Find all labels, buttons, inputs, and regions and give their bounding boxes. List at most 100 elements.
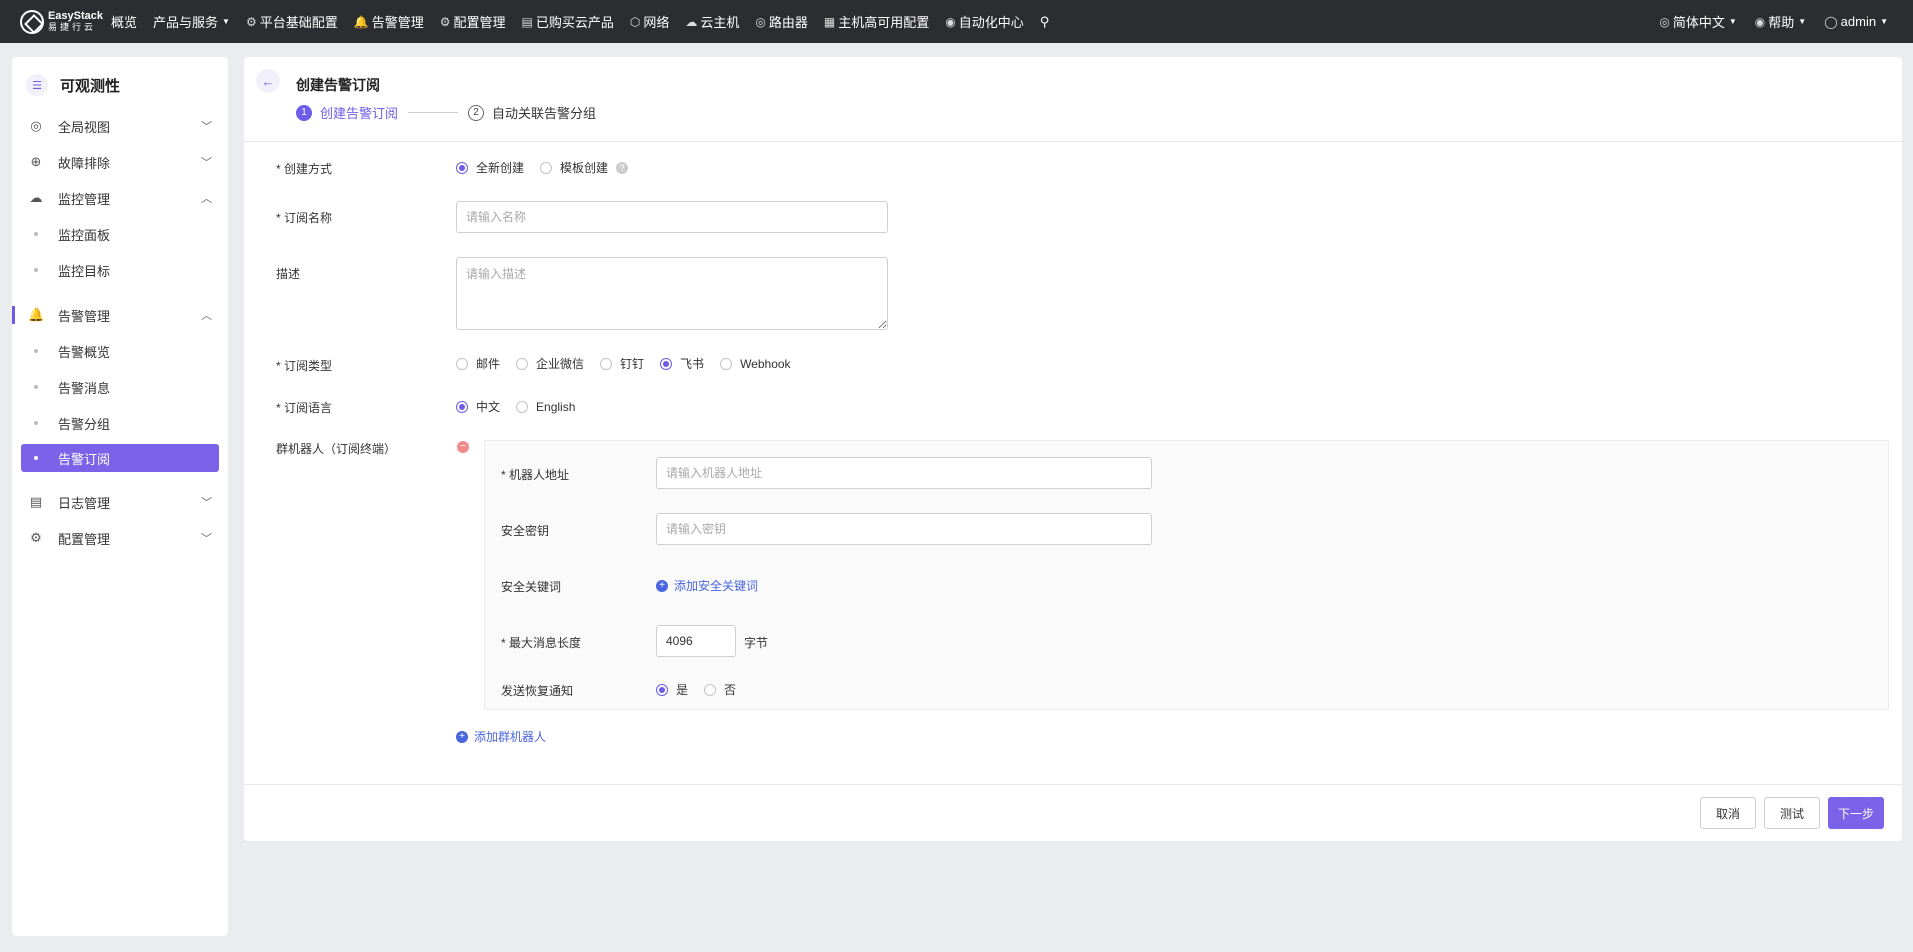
subscription-language-radio-group: 中文 English <box>456 398 591 415</box>
easystack-logo[interactable]: EasyStack 易捷行云 <box>0 0 103 43</box>
user-icon: ◯ <box>1824 14 1838 29</box>
send-recovery-label: 发送恢复通知 <box>501 684 574 698</box>
bullet-dot <box>34 385 38 389</box>
radio-recovery-yes[interactable]: 是 <box>656 681 688 698</box>
step-indicator: 1 创建告警订阅 2 自动关联告警分组 <box>296 103 596 122</box>
caret-down-icon: ▼ <box>222 17 230 26</box>
nav-automation-center[interactable]: ◉ 自动化中心 <box>937 0 1032 43</box>
sidebar-item-log-management[interactable]: ▤ 日志管理 ﹀ <box>12 487 228 517</box>
cloud-icon: ☁ <box>29 190 43 205</box>
router-icon: ◎ <box>755 14 766 29</box>
network-icon: ⬡ <box>629 14 641 29</box>
secret-key-input[interactable] <box>656 513 1152 545</box>
nav-platform-config[interactable]: ⚙ 平台基础配置 <box>238 0 346 43</box>
remove-robot-icon[interactable]: − <box>457 441 469 453</box>
subscription-name-label: * 订阅名称 <box>276 211 333 225</box>
sidebar-title: 可观测性 <box>60 77 121 95</box>
add-group-robot-link[interactable]: + 添加群机器人 <box>456 728 546 745</box>
chevron-up-icon: ︿ <box>201 193 212 205</box>
back-arrow-icon[interactable]: ← <box>256 69 280 93</box>
sidebar-sub-alert-overview[interactable]: 告警概览 <box>12 336 228 366</box>
nav-purchased-products[interactable]: ▤ 已购买云产品 <box>513 0 621 43</box>
robot-address-input[interactable] <box>656 457 1152 489</box>
max-message-length-label: * 最大消息长度 <box>501 636 582 650</box>
header-divider <box>244 141 1902 142</box>
sidebar-item-troubleshooting[interactable]: ⊕ 故障排除 ﹀ <box>12 147 228 177</box>
chevron-down-icon: ﹀ <box>201 533 212 545</box>
description-label: 描述 <box>276 267 301 281</box>
help-question-icon[interactable]: ? <box>616 161 629 174</box>
nav-router[interactable]: ◎ 路由器 <box>747 0 816 43</box>
sidebar-sub-monitor-targets[interactable]: 监控目标 <box>12 255 228 285</box>
page-title: 创建告警订阅 <box>296 77 380 93</box>
sidebar-item-config-management[interactable]: ⚙ 配置管理 ﹀ <box>12 523 228 553</box>
cloud-icon: ☁ <box>685 14 698 29</box>
bullet-dot <box>34 349 38 353</box>
max-message-length-unit: 字节 <box>744 636 769 650</box>
send-recovery-radio-group: 是 否 <box>656 681 752 698</box>
list-icon: ▤ <box>521 14 533 29</box>
logo-text-en: EasyStack <box>47 9 103 22</box>
step-connector <box>408 112 459 113</box>
help-icon: ◉ <box>1754 14 1766 29</box>
top-navigation-bar: EasyStack 易捷行云 概览 产品与服务 ▼ ⚙ 平台基础配置 🔔 告警管理 ⚙… <box>0 0 1913 43</box>
max-message-length-input[interactable] <box>656 625 736 657</box>
create-mode-radio-group: 全新创建 模板创建 ? <box>456 159 629 176</box>
sidebar-sub-alert-subscriptions[interactable]: 告警订阅 <box>21 444 219 472</box>
nav-overview[interactable]: 概览 <box>103 0 145 43</box>
nav-products-services[interactable]: 产品与服务 ▼ <box>145 0 238 43</box>
robot-config-panel: * 机器人地址 安全密钥 安全关键词 + 添加安全关键词 * 最大消息长度 字节… <box>484 440 1889 710</box>
next-step-button[interactable]: 下一步 <box>1828 797 1884 829</box>
automation-icon: ◉ <box>945 14 956 29</box>
sidebar-item-global-view[interactable]: ◎ 全局视图 ﹀ <box>12 111 228 141</box>
troubleshoot-icon: ⊕ <box>30 154 42 169</box>
radio-recovery-no[interactable]: 否 <box>704 681 736 698</box>
step-2: 2 自动关联告警分组 <box>468 103 596 122</box>
cancel-button[interactable]: 取消 <box>1700 797 1756 829</box>
nav-config-management[interactable]: ⚙ 配置管理 <box>432 0 514 43</box>
nav-alert-management[interactable]: 🔔 告警管理 <box>346 0 432 43</box>
top-nav-menu: 概览 产品与服务 ▼ ⚙ 平台基础配置 🔔 告警管理 ⚙ 配置管理 ▤ 已购买云产品 ⬡ 网… <box>103 0 1057 43</box>
logo-icon <box>20 9 44 34</box>
subscription-name-input[interactable] <box>456 201 888 233</box>
secret-key-label: 安全密钥 <box>501 524 550 538</box>
nav-host-ha-config[interactable]: ▦ 主机高可用配置 <box>816 0 937 43</box>
server-icon: ▦ <box>823 14 836 29</box>
nav-network[interactable]: ⬡ 网络 <box>622 0 678 43</box>
language-selector[interactable]: ◎ 简体中文 ▼ <box>1650 0 1745 43</box>
bell-icon: 🔔 <box>28 307 45 322</box>
sidebar-item-monitor-management[interactable]: ☁ 监控管理 ︿ <box>12 183 228 213</box>
gear-icon: ⚙ <box>439 14 451 29</box>
gear-icon: ⚙ <box>245 14 257 29</box>
radio-type-wecom[interactable]: 企业微信 <box>516 355 584 372</box>
nav-cloud-host[interactable]: ☁ 云主机 <box>677 0 747 43</box>
subscription-language-label: * 订阅语言 <box>276 401 333 415</box>
sidebar-sub-alert-groups[interactable]: 告警分组 <box>12 408 228 438</box>
radio-create-new[interactable]: 全新创建 <box>456 159 524 176</box>
chevron-down-icon: ﹀ <box>201 121 212 133</box>
globe-icon: ◎ <box>1659 14 1670 29</box>
logo-text-cn: 易捷行云 <box>47 21 96 32</box>
test-button[interactable]: 测试 <box>1764 797 1820 829</box>
pin-icon[interactable]: ⚲ <box>1032 0 1058 43</box>
description-textarea[interactable] <box>456 257 888 330</box>
bullet-dot <box>34 268 38 272</box>
sidebar-item-alert-management[interactable]: 🔔 告警管理 ︿ <box>12 300 228 330</box>
radio-lang-english[interactable]: English <box>516 400 575 414</box>
sidebar-sub-alert-messages[interactable]: 告警消息 <box>12 372 228 402</box>
user-menu[interactable]: ◯ admin ▼ <box>1815 0 1897 43</box>
radio-lang-chinese[interactable]: 中文 <box>456 398 500 415</box>
radio-create-template[interactable]: 模板创建 <box>540 159 608 176</box>
sidebar-sub-monitor-dashboard[interactable]: 监控面板 <box>12 219 228 249</box>
radio-type-feishu[interactable]: 飞书 <box>660 355 704 372</box>
radio-type-dingtalk[interactable]: 钉钉 <box>600 355 644 372</box>
help-menu[interactable]: ◉ 帮助 ▼ <box>1746 0 1815 43</box>
radio-type-webhook[interactable]: Webhook <box>720 357 791 371</box>
add-security-keyword-link[interactable]: + 添加安全关键词 <box>656 577 758 594</box>
radio-type-email[interactable]: 邮件 <box>456 355 500 372</box>
security-keyword-label: 安全关键词 <box>501 580 562 594</box>
global-view-icon: ◎ <box>30 118 42 133</box>
step-number: 1 <box>296 104 312 121</box>
menu-icon[interactable]: ☰ <box>26 74 48 96</box>
caret-down-icon: ▼ <box>1728 17 1737 26</box>
